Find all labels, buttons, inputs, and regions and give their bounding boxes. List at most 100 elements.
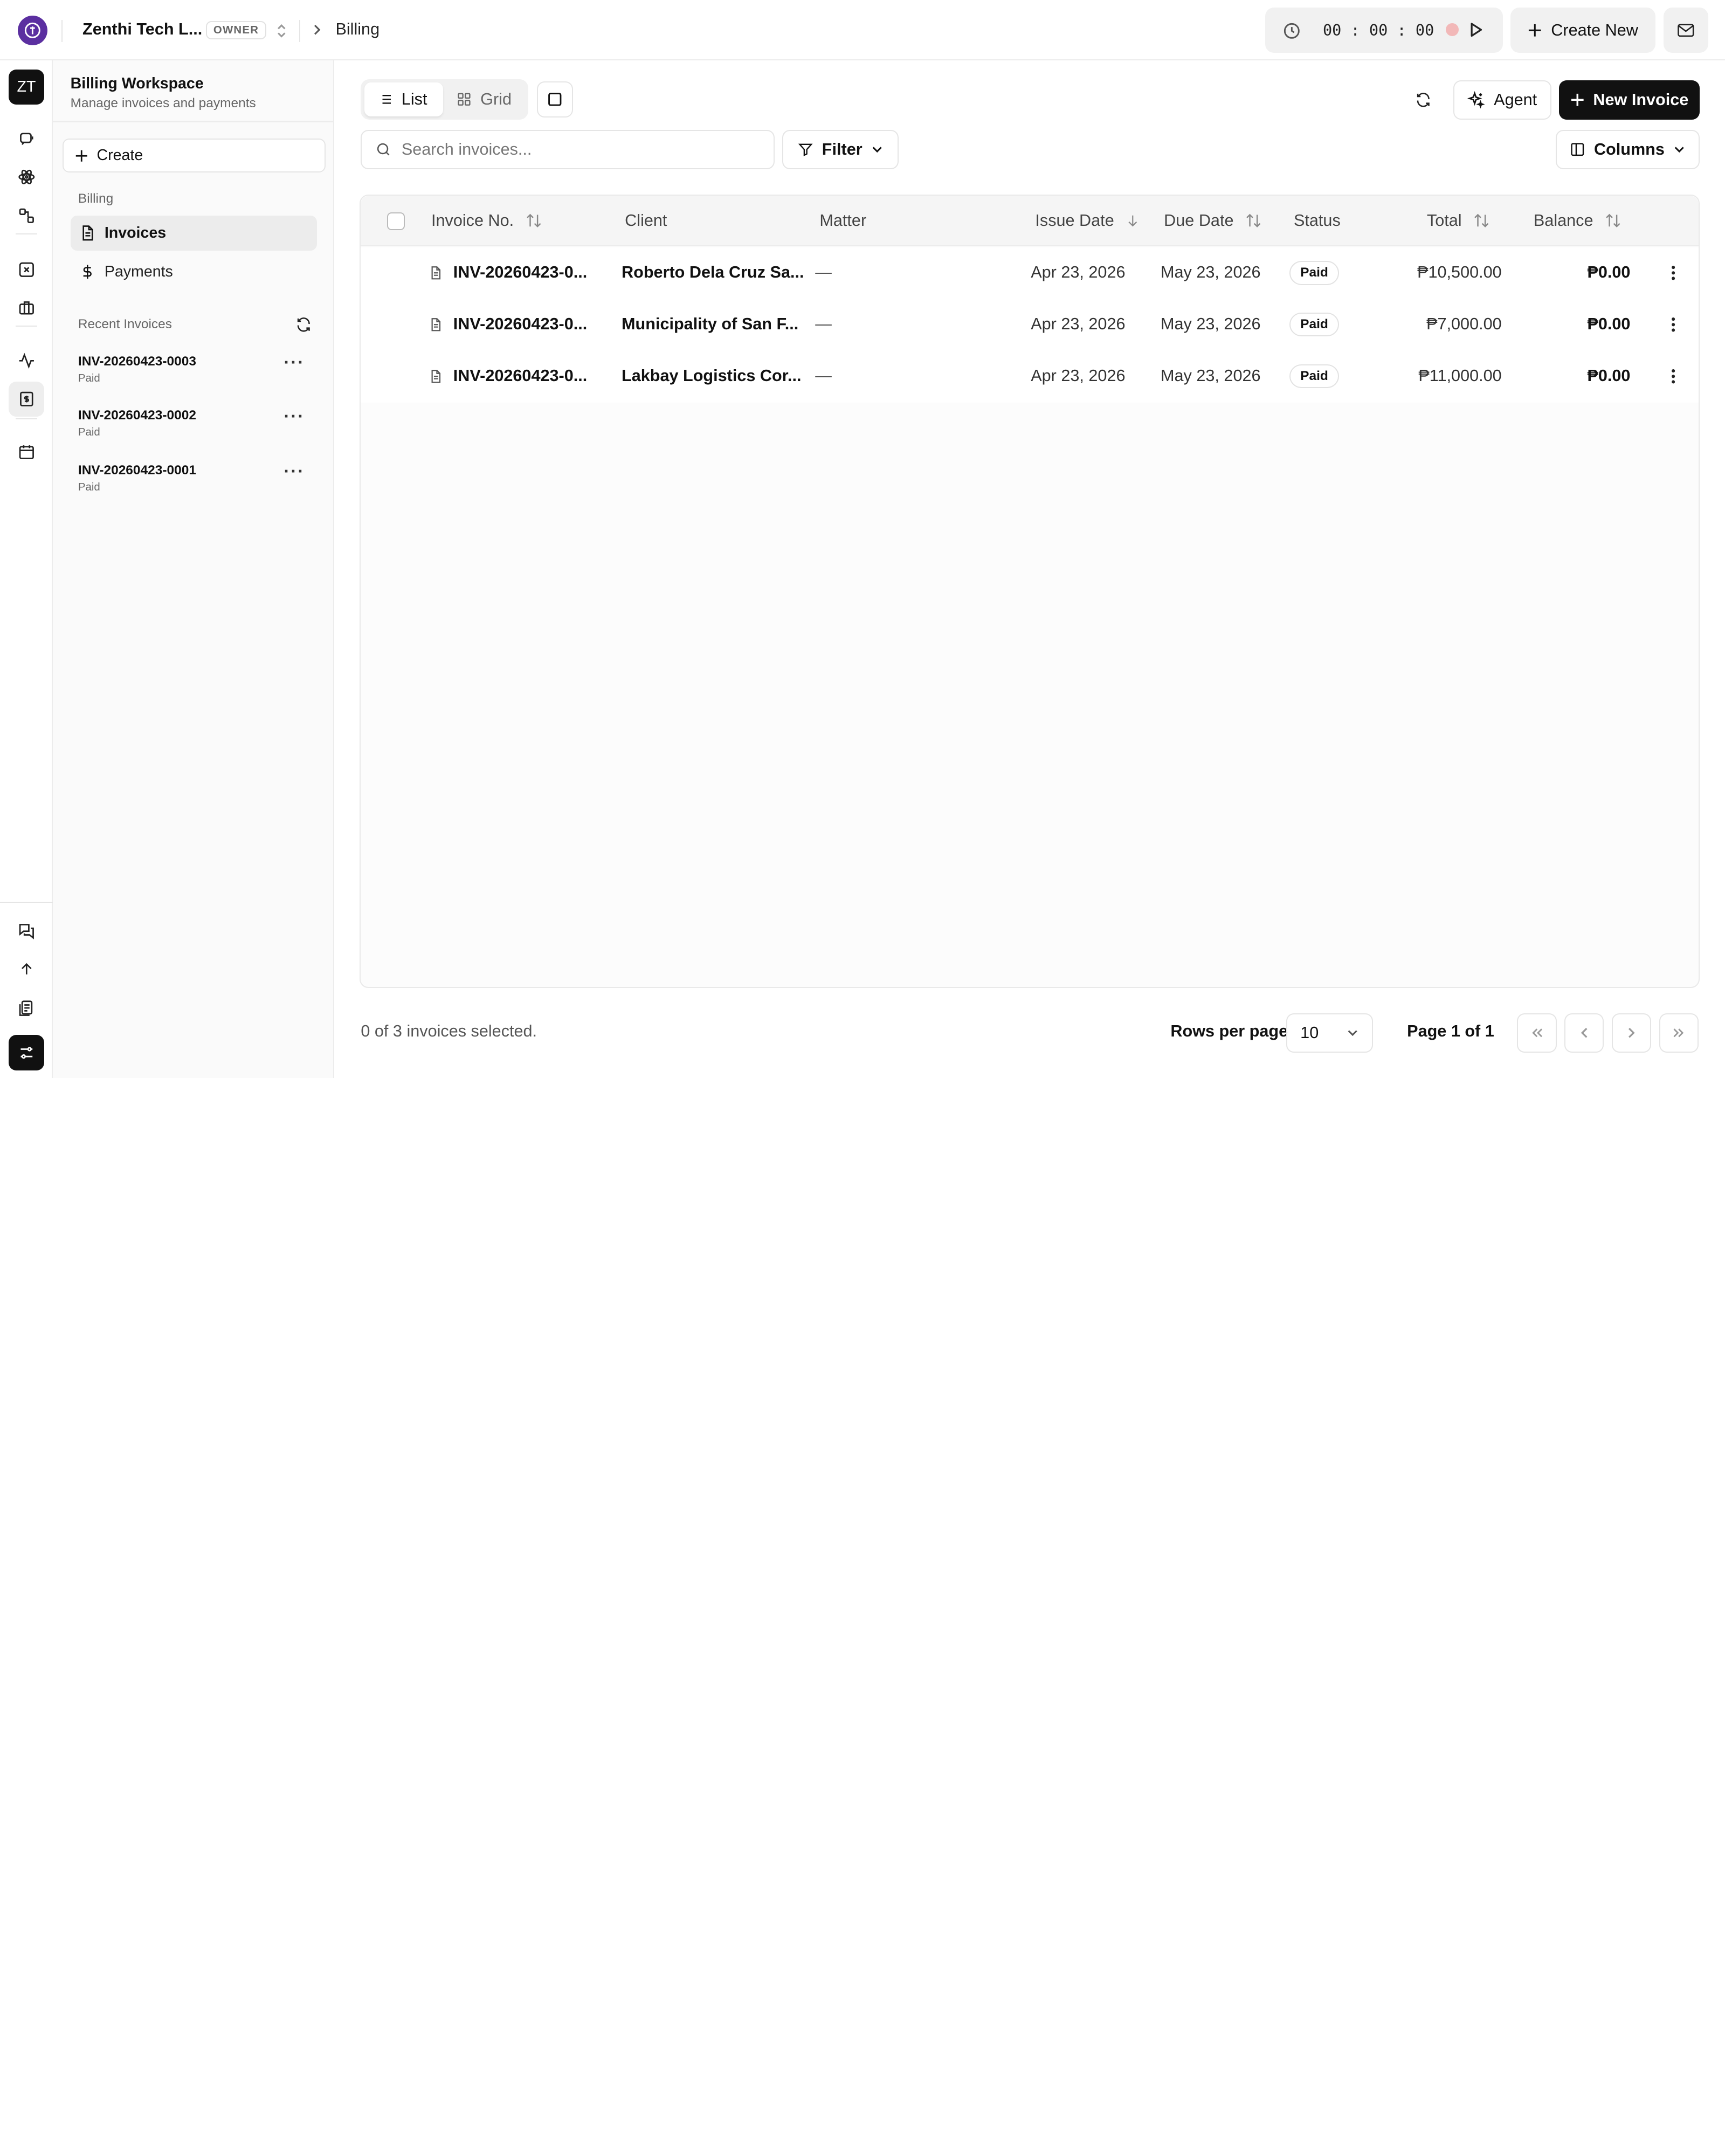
sort-descending-icon <box>1128 215 1137 227</box>
column-header-label: Due Date <box>1164 211 1234 230</box>
invoice-number-cell[interactable]: INV-20260423-0... <box>453 263 587 282</box>
list-view-button[interactable]: List <box>364 82 444 117</box>
chevrons-left-icon <box>1532 1028 1542 1038</box>
column-header-total[interactable]: Total <box>1427 211 1491 230</box>
row-actions-icon[interactable] <box>1662 262 1685 284</box>
chevrons-right-icon <box>1673 1028 1684 1038</box>
search-input[interactable] <box>401 140 754 160</box>
refresh-icon <box>1417 93 1430 107</box>
mail-icon <box>1678 24 1694 37</box>
plus-icon <box>1571 94 1584 107</box>
sidebar-item-invoices[interactable]: Invoices <box>70 215 317 251</box>
row-actions-icon[interactable] <box>1662 314 1685 336</box>
app-logo-icon[interactable] <box>17 15 47 45</box>
refresh-button[interactable] <box>1406 82 1441 118</box>
filter-button[interactable]: Filter <box>782 129 899 170</box>
chevron-down-icon <box>1674 147 1684 153</box>
select-mode-button[interactable] <box>536 81 574 118</box>
column-header-client: Client <box>625 211 667 230</box>
sort-icon <box>526 213 541 227</box>
arrow-up-icon[interactable] <box>9 951 44 986</box>
chat-bot-icon[interactable] <box>9 121 44 156</box>
chevron-right-icon <box>310 22 323 38</box>
settings-sliders-icon <box>20 1047 32 1059</box>
last-page-button[interactable] <box>1659 1013 1699 1053</box>
messages-icon[interactable] <box>9 913 44 948</box>
status-badge: Paid <box>1289 312 1340 337</box>
recent-invoice-status: Paid <box>78 372 100 385</box>
column-header-balance[interactable]: Balance <box>1534 211 1622 230</box>
panel-divider <box>52 121 335 122</box>
document-icon <box>427 264 445 282</box>
x-square-icon[interactable] <box>9 252 44 287</box>
chevron-down-icon <box>872 147 882 153</box>
select-all-checkbox[interactable] <box>387 212 405 230</box>
matter-cell: — <box>815 262 832 281</box>
balance-cell: ₱0.00 <box>1587 262 1631 281</box>
activity-icon[interactable] <box>9 343 44 378</box>
new-invoice-button[interactable]: New Invoice <box>1558 80 1700 120</box>
briefcase-icon[interactable] <box>9 291 44 326</box>
refresh-recent-icon[interactable] <box>294 315 314 335</box>
search-box <box>361 129 775 170</box>
plus-icon <box>75 150 87 162</box>
org-switcher-chevrons-icon[interactable] <box>273 21 291 41</box>
column-header-issue-date[interactable]: Issue Date <box>1035 211 1140 230</box>
create-button[interactable]: Create <box>63 139 326 173</box>
document-icon <box>427 316 445 334</box>
dollar-icon <box>83 265 92 279</box>
issue-date-cell: Apr 23, 2026 <box>1031 366 1126 385</box>
breadcrumb-current[interactable]: Billing <box>335 20 380 39</box>
issue-date-cell: Apr 23, 2026 <box>1031 314 1126 333</box>
billing-icon[interactable] <box>9 382 44 417</box>
filter-icon <box>798 143 813 157</box>
list-label: List <box>401 90 427 109</box>
calendar-icon[interactable] <box>9 434 44 469</box>
document-stack-icon[interactable] <box>9 991 44 1026</box>
grid-view-button[interactable]: Grid <box>443 82 525 116</box>
square-icon <box>548 93 562 106</box>
column-header-invoice-no[interactable]: Invoice No. <box>431 211 542 230</box>
play-icon[interactable] <box>1465 19 1487 41</box>
org-name[interactable]: Zenthi Tech L... <box>82 20 202 39</box>
workspace-avatar[interactable]: ZT <box>9 69 44 105</box>
workflow-icon[interactable] <box>9 198 44 233</box>
role-badge: OWNER <box>205 20 267 40</box>
workspace-title: Billing Workspace <box>70 74 204 92</box>
columns-button[interactable]: Columns <box>1555 129 1700 170</box>
more-options-icon[interactable]: ··· <box>284 461 305 481</box>
divider <box>299 19 301 42</box>
more-options-icon[interactable]: ··· <box>284 352 305 372</box>
columns-icon <box>1571 143 1584 156</box>
grid-icon <box>458 93 471 106</box>
column-header-matter: Matter <box>819 211 866 230</box>
agent-button[interactable]: Agent <box>1453 80 1551 120</box>
rail-divider <box>15 326 38 327</box>
issue-date-cell: Apr 23, 2026 <box>1031 262 1126 281</box>
side-panel <box>52 60 335 1078</box>
more-options-icon[interactable]: ··· <box>284 406 305 426</box>
rows-per-page-select[interactable]: 10 <box>1286 1013 1373 1053</box>
rail-divider <box>15 418 38 419</box>
invoice-number-cell[interactable]: INV-20260423-0... <box>453 315 587 334</box>
column-header-due-date[interactable]: Due Date <box>1164 211 1262 230</box>
create-new-label: Create New <box>1551 20 1638 39</box>
mail-button[interactable] <box>1663 8 1709 53</box>
first-page-button[interactable] <box>1517 1013 1557 1053</box>
search-icon <box>377 143 390 156</box>
selection-summary: 0 of 3 invoices selected. <box>361 1021 537 1040</box>
next-page-button[interactable] <box>1611 1013 1652 1053</box>
sidebar-item-payments[interactable]: Payments <box>71 254 317 289</box>
workspace-subtitle: Manage invoices and payments <box>70 95 256 110</box>
sparkles-icon <box>1467 91 1485 109</box>
create-new-button[interactable]: Create New <box>1510 8 1656 53</box>
atom-icon[interactable] <box>9 160 44 195</box>
column-header-label: Balance <box>1533 211 1593 230</box>
sidebar-item-label: Invoices <box>104 224 167 242</box>
previous-page-button[interactable] <box>1564 1013 1604 1053</box>
row-actions-icon[interactable] <box>1662 365 1685 388</box>
agent-label: Agent <box>1494 91 1537 109</box>
sort-icon <box>1246 213 1261 227</box>
invoice-number-cell[interactable]: INV-20260423-0... <box>453 367 587 385</box>
settings-sliders-button[interactable] <box>9 1035 44 1070</box>
